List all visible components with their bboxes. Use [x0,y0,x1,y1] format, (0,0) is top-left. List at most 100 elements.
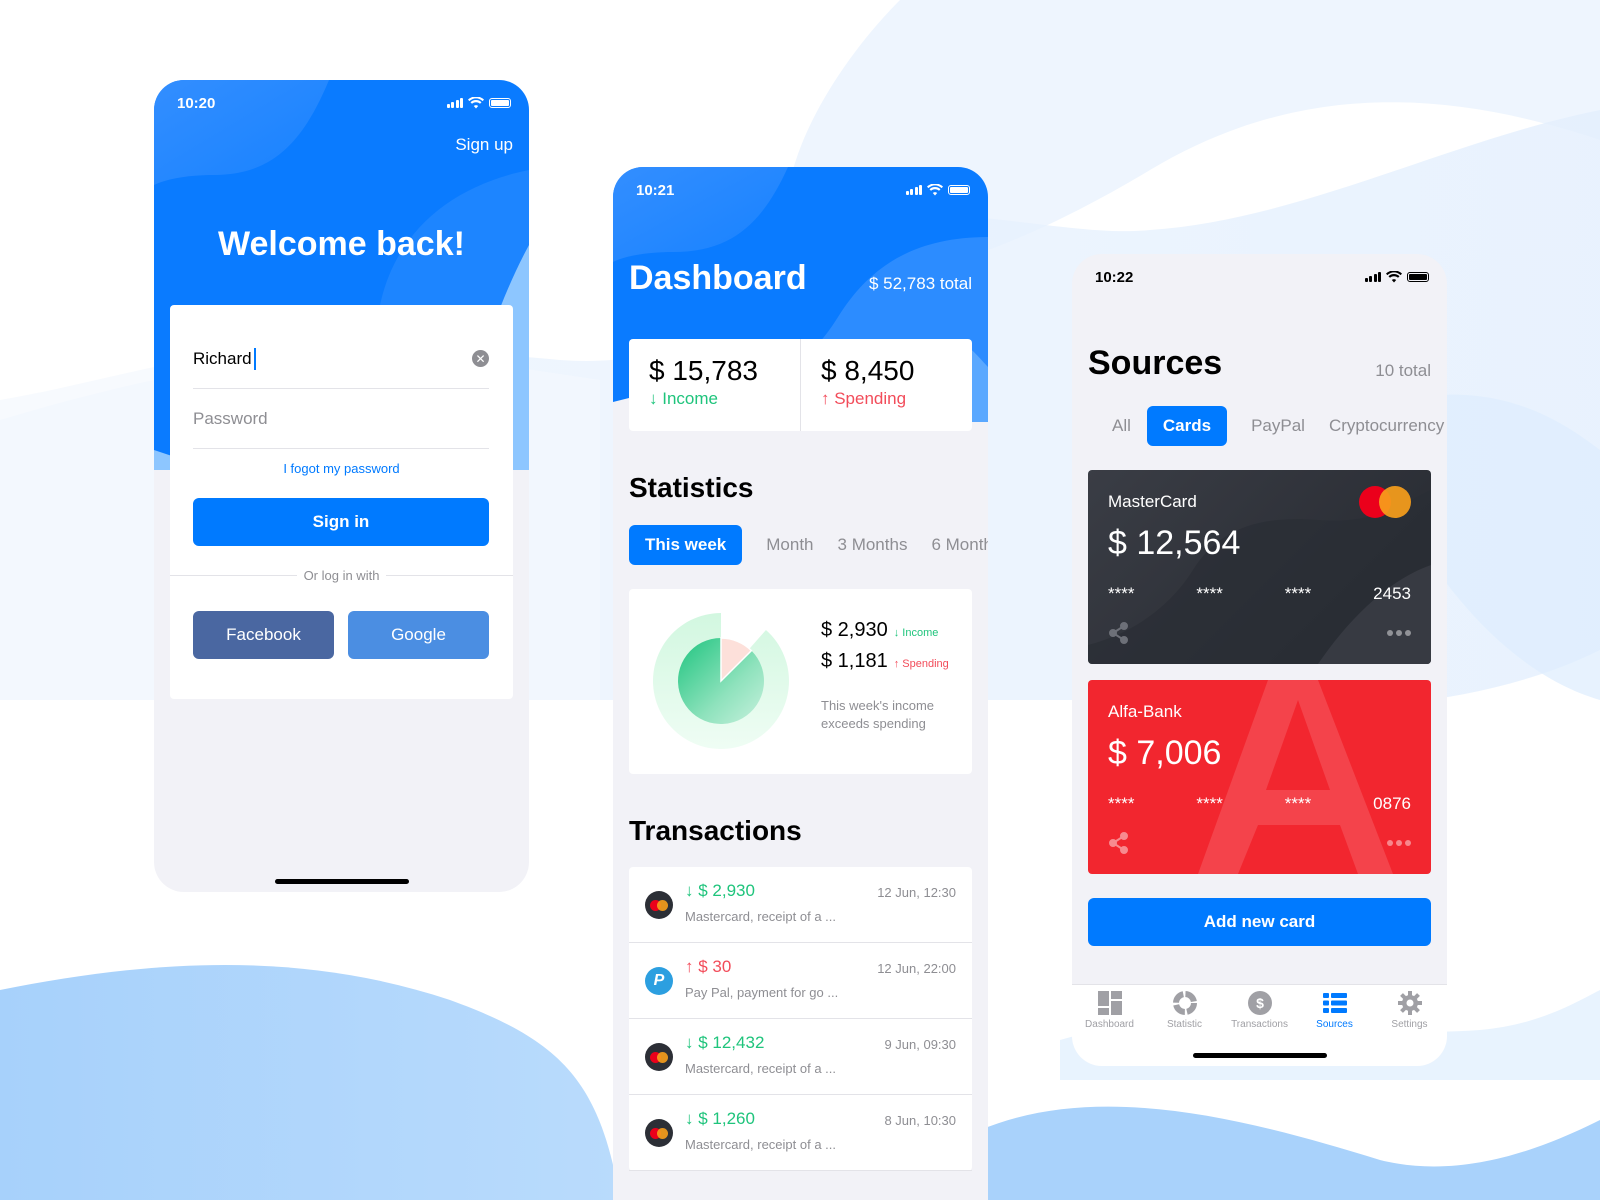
tab-label: Transactions [1231,1019,1288,1030]
spending-summary[interactable]: $ 8,450 ↑ Spending [800,339,972,431]
period-tab[interactable]: This week [629,525,743,565]
card-balance: $ 12,564 [1108,524,1241,562]
transaction-time: 9 Jun, 09:30 [884,1037,956,1052]
card-balance: $ 7,006 [1108,734,1222,772]
divider-line [170,574,297,576]
battery-icon [948,185,970,195]
week-income-label: ↓ Income [893,627,939,639]
status-bar: 10:20 [154,80,529,126]
week-spending-label: ↑ Spending [893,658,949,670]
source-tab[interactable]: Cards [1146,406,1228,446]
card-number: **** **** **** 2453 [1108,584,1411,604]
login-form: Richard ✕ I fogot my password Sign in Or… [170,305,513,699]
total-balance: $ 52,783 total [868,274,972,293]
spending-amount: $ 8,450 [821,355,915,386]
spending-label: ↑ Spending [821,389,907,408]
clear-icon[interactable]: ✕ [472,350,489,367]
income-label: ↓ Income [649,389,718,408]
week-income: $ 2,930 ↓ Income [821,619,949,642]
transaction-time: 8 Jun, 10:30 [884,1113,956,1128]
status-time: 10:22 [1095,268,1134,286]
google-button[interactable]: Google [348,611,489,659]
wifi-icon [927,184,943,196]
transaction-amount: ↑ $ 30 [685,957,732,976]
income-amount: $ 15,783 [649,355,758,386]
status-bar: 10:21 [613,167,988,213]
card-name: MasterCard [1108,492,1197,511]
wifi-icon [1386,271,1402,283]
week-spending: $ 1,181 ↑ Spending [821,650,949,673]
transaction-row[interactable]: ↓ $ 1,260 Mastercard, receipt of a ... 8 J… [629,1095,972,1171]
paypal-icon: P [645,967,673,995]
mastercard-icon [645,891,673,919]
dashboard-icon [1097,991,1122,1015]
signin-button[interactable]: Sign in [193,498,489,546]
tab-label: Dashboard [1085,1019,1134,1030]
summary-card: $ 15,783 ↓ Income $ 8,450 ↑ Spending [629,339,972,431]
transaction-amount: ↓ $ 1,260 [685,1109,755,1128]
source-tab[interactable]: Cryptocurrency [1317,406,1447,446]
transactions-icon: $ [1247,991,1272,1015]
statistics-note: This week's income exceeds spending [821,698,935,731]
card-number-group: **** [1196,584,1223,603]
welcome-title: Welcome back! [218,225,465,263]
transaction-description: Mastercard, receipt of a ... [685,909,837,924]
card-number-group: **** [1284,584,1312,603]
sources-screen: 10:22 Sources 10 total All Cards PayPal Cry… [1072,254,1447,1066]
add-new-card-button[interactable]: Add new card [1088,898,1431,946]
period-tab[interactable]: Month [754,525,825,565]
card-name: Alfa-Bank [1108,702,1182,721]
battery-icon [1407,272,1429,282]
transaction-amount: ↓ $ 12,432 [685,1033,765,1052]
source-tab[interactable]: All [1088,406,1147,446]
battery-icon [489,98,511,108]
signup-link[interactable]: Sign up [455,135,513,155]
transaction-description: Mastercard, receipt of a ... [685,1061,837,1076]
transaction-row[interactable]: ↓ $ 2,930 Mastercard, receipt of a ... 12 … [629,867,972,943]
card-number-group: **** [1196,794,1223,813]
password-field[interactable] [193,389,489,449]
transactions-heading: Transactions [629,815,802,846]
week-income-value: $ 2,930 [821,619,888,641]
more-icon[interactable] [1387,840,1411,846]
mastercard-logo-icon [1359,486,1411,518]
status-time: 10:20 [177,94,216,112]
username-value: Richard [193,348,252,368]
signal-icon [905,185,922,195]
statistics-card: $ 2,930 ↓ Income $ 1,181 ↑ Spending This… [629,589,972,774]
home-indicator [274,879,409,884]
mastercard-icon [645,1043,673,1071]
card-number: **** **** **** 0876 [1108,794,1411,814]
more-icon[interactable] [1387,630,1411,636]
dashboard-screen: 10:21 Dashboard $ 52,783 total $ 15,783 … [613,167,988,1200]
card-number-group: **** [1108,584,1135,603]
or-label: Or log in with [303,567,380,583]
divider-line [386,574,513,576]
page-title: Sources [1088,344,1223,382]
forgot-password-link[interactable]: I fogot my password [170,461,513,476]
share-icon[interactable] [1108,622,1130,644]
card-last4: 2453 [1373,584,1411,603]
card-number-group: **** [1284,794,1312,813]
settings-icon [1397,991,1422,1015]
sources-count: 10 total [1375,361,1431,380]
tab-dashboard[interactable]: Dashboard [1072,985,1147,1066]
username-field[interactable]: Richard ✕ [193,329,489,389]
facebook-button[interactable]: Facebook [193,611,334,659]
transaction-row[interactable]: ↓ $ 12,432 Mastercard, receipt of a ... 9 … [629,1019,972,1095]
tab-settings[interactable]: Settings [1372,985,1447,1066]
share-icon[interactable] [1108,832,1130,854]
transaction-amount: ↓ $ 2,930 [685,881,755,900]
period-tab[interactable]: 6 Months [919,525,988,565]
transaction-row[interactable]: P ↑ $ 30 Pay Pal, payment for go ... 12 Jun… [629,943,972,1019]
source-tab[interactable]: PayPal [1239,406,1317,446]
mastercard-card[interactable]: MasterCard $ 12,564 **** **** **** 2453 [1088,470,1431,664]
income-summary[interactable]: $ 15,783 ↓ Income [629,339,800,431]
statistics-heading: Statistics [629,472,754,503]
home-indicator [1192,1053,1327,1058]
password-input[interactable] [193,408,489,429]
signal-icon [1364,272,1381,282]
alfa-bank-card[interactable]: Alfa-Bank $ 7,006 **** **** **** 0876 [1088,680,1431,874]
mastercard-icon [645,1119,673,1147]
period-tab[interactable]: 3 Months [826,525,920,565]
